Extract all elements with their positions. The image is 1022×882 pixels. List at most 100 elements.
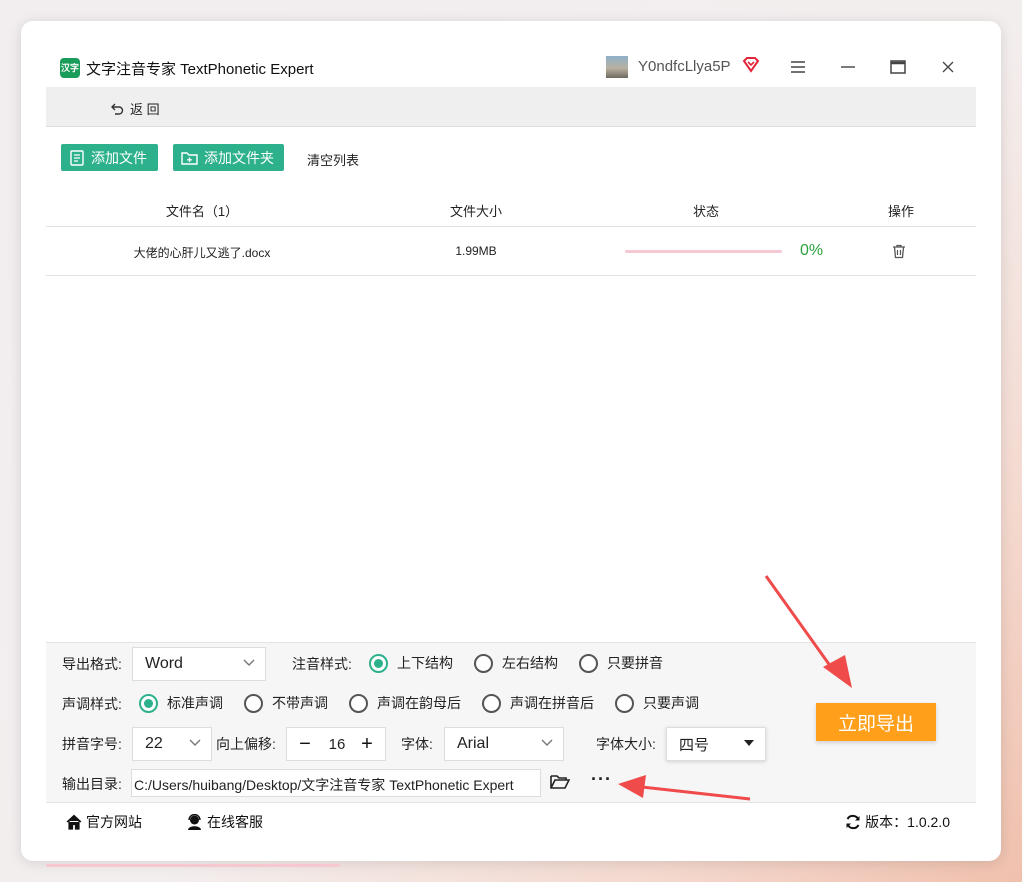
title-bar: 汉字 文字注音专家 TextPhonetic Expert Y0ndfcLlya… (46, 47, 976, 89)
increment-button[interactable]: + (355, 732, 379, 756)
app-logo: 汉字 (60, 58, 80, 78)
header-status: 状态 (692, 204, 719, 219)
back-arrow-icon (111, 103, 124, 115)
radio-label: 标准声调 (167, 695, 223, 711)
official-website-link[interactable]: 官方网站 (66, 812, 142, 832)
radio-label: 左右结构 (502, 655, 558, 671)
vip-diamond-icon[interactable] (741, 55, 761, 75)
file-table: 文件名（1） 文件大小 状态 操作 大佬的心肝儿又逃了.docx 1.99MB … (46, 193, 976, 276)
maximize-icon[interactable] (886, 55, 910, 79)
radio-ring (369, 653, 388, 673)
close-icon[interactable] (936, 55, 960, 79)
minimize-icon[interactable] (836, 55, 860, 79)
header-size: 文件大小 (449, 204, 502, 219)
username[interactable]: Y0ndfcLlya5P (638, 58, 731, 75)
online-support-label: 在线客服 (207, 814, 263, 830)
pinyin-size-value: 22 (145, 735, 163, 752)
home-icon (66, 814, 82, 830)
font-label: 字体: (401, 736, 433, 752)
radio-annotation-1[interactable]: 左右结构 (474, 653, 558, 673)
radio-annotation-0[interactable]: 上下结构 (369, 653, 453, 673)
radio-label: 上下结构 (397, 655, 453, 671)
radio-label: 声调在拼音后 (510, 695, 594, 711)
online-support-link[interactable]: 在线客服 (186, 812, 263, 832)
radio-ring (482, 693, 501, 713)
pinyin-size-label: 拼音字号: (62, 736, 122, 752)
refresh-icon[interactable] (845, 814, 861, 830)
chevron-down-icon (541, 739, 553, 746)
table-header: 文件名（1） 文件大小 状态 操作 (46, 193, 976, 227)
export-format-value: Word (145, 655, 183, 672)
folder-add-icon (181, 151, 198, 165)
official-website-label: 官方网站 (86, 814, 142, 830)
header-ops: 操作 (887, 204, 914, 219)
export-now-button[interactable]: 立即导出 (816, 703, 936, 741)
chevron-down-icon (189, 739, 201, 746)
avatar[interactable] (606, 56, 628, 78)
support-agent-icon (188, 814, 201, 830)
font-value: Arial (457, 735, 490, 752)
file-name: 大佬的心肝儿又逃了.docx (133, 246, 271, 260)
file-size: 1.99MB (455, 244, 497, 258)
radio-label: 声调在韵母后 (377, 695, 461, 711)
chevron-down-icon (243, 659, 255, 666)
pinyin-size-select[interactable]: 22 (132, 727, 212, 761)
radio-tone-3[interactable]: 声调在拼音后 (482, 693, 594, 713)
version-label: 版本：1.0.2.0 (865, 814, 950, 830)
nav-bar: 返 回 (46, 87, 976, 127)
more-options-button[interactable]: ··· (591, 769, 612, 790)
bottom-accent-line (46, 864, 340, 867)
header-name: 文件名（1） (165, 204, 239, 219)
tone-style-label: 声调样式: (62, 696, 122, 712)
file-icon (70, 149, 84, 166)
radio-ring (615, 693, 634, 713)
radio-label: 只要拼音 (607, 655, 663, 671)
back-label: 返 回 (130, 102, 160, 117)
radio-ring (349, 693, 368, 713)
add-folder-button[interactable]: 添加文件夹 (173, 144, 284, 171)
toolbar: 添加文件 添加文件夹 清空列表 (46, 141, 976, 171)
progress-percent: 0% (800, 242, 824, 259)
export-format-select[interactable]: Word (132, 647, 266, 681)
radio-tone-2[interactable]: 声调在韵母后 (349, 693, 461, 713)
radio-tone-0[interactable]: 标准声调 (139, 693, 223, 713)
radio-label: 只要声调 (643, 695, 699, 711)
table-row[interactable]: 大佬的心肝儿又逃了.docx 1.99MB 0% (46, 227, 976, 276)
radio-ring (474, 653, 493, 673)
add-folder-label: 添加文件夹 (204, 149, 274, 166)
folder-open-icon[interactable] (550, 773, 570, 791)
caret-down-icon (744, 740, 754, 746)
radio-tone-4[interactable]: 只要声调 (615, 693, 699, 713)
font-size-value: 四号 (679, 736, 710, 754)
export-format-label: 导出格式: (62, 656, 122, 672)
radio-tone-1[interactable]: 不带声调 (244, 693, 328, 713)
font-select[interactable]: Arial (444, 727, 564, 761)
decrement-button[interactable]: − (293, 732, 317, 756)
menu-icon[interactable] (786, 55, 810, 79)
add-file-label: 添加文件 (91, 149, 147, 166)
clear-list-button[interactable]: 清空列表 (307, 150, 359, 169)
radio-annotation-2[interactable]: 只要拼音 (579, 653, 663, 673)
font-size-select[interactable]: 四号 (666, 727, 766, 761)
settings-row-output: 输出目录: C:/Users/huibang/Desktop/文字注音专家 Te… (46, 765, 976, 799)
app-title: 文字注音专家 TextPhonetic Expert (86, 61, 314, 78)
footer: 官方网站 在线客服 版本：1.0.2.0 (46, 802, 976, 836)
version-info: 版本：1.0.2.0 (845, 812, 950, 832)
app-window: 汉字 文字注音专家 TextPhonetic Expert Y0ndfcLlya… (21, 21, 1001, 861)
output-dir-label: 输出目录: (62, 776, 122, 792)
font-size-label: 字体大小: (596, 736, 656, 752)
radio-ring (139, 693, 158, 713)
offset-value[interactable]: 16 (317, 736, 357, 753)
add-file-button[interactable]: 添加文件 (61, 144, 158, 171)
radio-ring (579, 653, 598, 673)
back-button[interactable]: 返 回 (110, 99, 160, 118)
radio-label: 不带声调 (272, 695, 328, 711)
annotation-style-label: 注音样式: (292, 656, 352, 672)
settings-row-format: 导出格式: Word 注音样式: 上下结构 左右结构 只要拼音 (46, 645, 976, 681)
offset-label: 向上偏移: (216, 736, 276, 752)
radio-ring (244, 693, 263, 713)
offset-stepper[interactable]: − 16 + (286, 727, 386, 761)
progress-bar (625, 250, 782, 253)
output-dir-field[interactable]: C:/Users/huibang/Desktop/文字注音专家 TextPhon… (131, 769, 541, 797)
trash-icon[interactable] (891, 243, 907, 259)
